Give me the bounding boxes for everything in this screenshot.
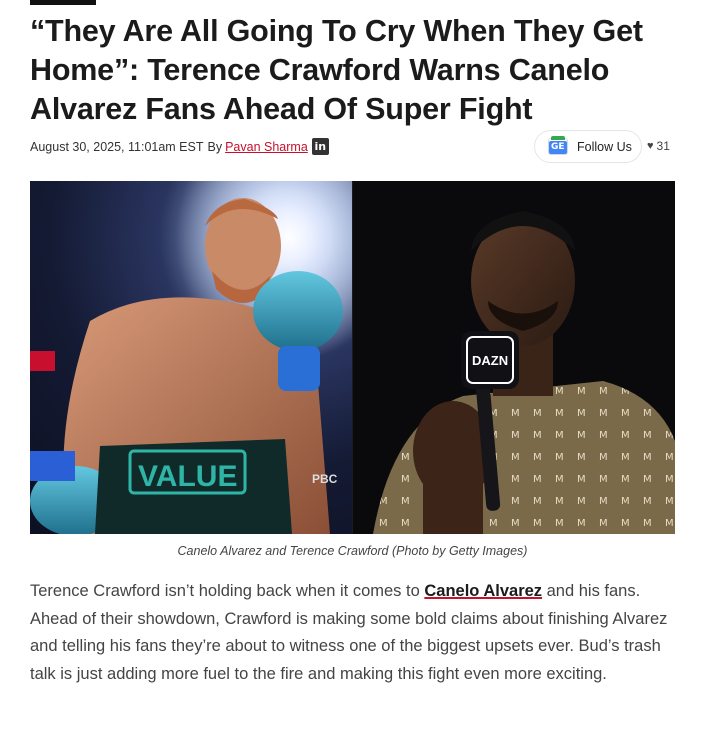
boxer-left-illustration: VALUE PBC [30,181,353,534]
top-accent-bar [30,0,96,5]
hero-image-left-boxer: VALUE PBC [30,181,353,534]
author-link[interactable]: Pavan Sharma [225,140,308,154]
hero-image-right-boxer: M DAZN [353,181,675,534]
article-meta: August 30, 2025, 11:01am EST By Pavan Sh… [30,130,675,164]
linkedin-icon[interactable]: in [311,138,329,155]
follow-us-label: Follow Us [577,139,632,154]
boxer-right-illustration: M DAZN [373,211,675,534]
by-label: By [207,139,223,154]
follow-us-button[interactable]: GE Follow Us [534,130,642,163]
article-body-paragraph: Terence Crawford isn’t holding back when… [30,578,680,688]
article-title: “They Are All Going To Cry When They Get… [30,14,643,126]
image-caption: Canelo Alvarez and Terence Crawford (Pho… [177,544,528,558]
mic-logo-text: DAZN [472,353,508,368]
heart-icon: ♥ [647,140,654,152]
body-text-start: Terence Crawford isn’t holding back when… [30,582,425,600]
canelo-alvarez-link[interactable]: Canelo Alvarez [424,582,542,600]
likes-count: 31 [656,139,670,153]
hero-image: VALUE PBC M [30,181,675,534]
trunks-text: VALUE [138,460,237,493]
byline: August 30, 2025, 11:01am EST By Pavan Sh… [30,138,329,155]
pbc-logo-text: PBC [312,472,338,486]
publish-date: August 30, 2025, 11:01am EST [30,139,204,154]
google-news-icon: GE [548,136,568,155]
likes-counter[interactable]: ♥ 31 [647,139,670,153]
